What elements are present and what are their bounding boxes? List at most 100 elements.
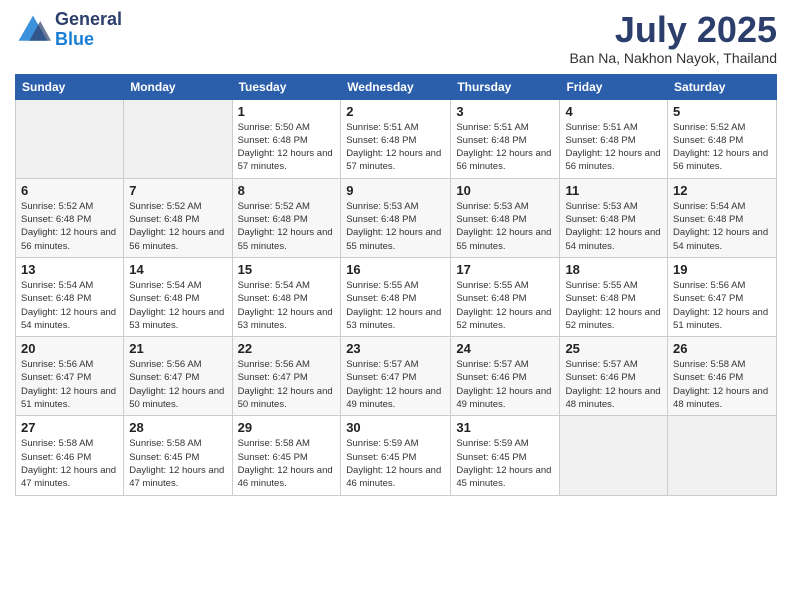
logo: General Blue: [15, 10, 122, 50]
day-detail: Sunrise: 5:56 AM Sunset: 6:47 PM Dayligh…: [129, 358, 226, 411]
day-number: 23: [346, 341, 445, 356]
calendar-cell: 10 Sunrise: 5:53 AM Sunset: 6:48 PM Dayli…: [451, 178, 560, 257]
calendar-cell: 23 Sunrise: 5:57 AM Sunset: 6:47 PM Dayli…: [341, 337, 451, 416]
day-detail: Sunrise: 5:54 AM Sunset: 6:48 PM Dayligh…: [673, 200, 771, 253]
calendar-week-row: 1 Sunrise: 5:50 AM Sunset: 6:48 PM Daylig…: [16, 99, 777, 178]
day-detail: Sunrise: 5:51 AM Sunset: 6:48 PM Dayligh…: [346, 121, 445, 174]
day-detail: Sunrise: 5:54 AM Sunset: 6:48 PM Dayligh…: [21, 279, 118, 332]
day-number: 31: [456, 420, 554, 435]
month-title: July 2025: [569, 10, 777, 50]
day-detail: Sunrise: 5:50 AM Sunset: 6:48 PM Dayligh…: [238, 121, 336, 174]
day-detail: Sunrise: 5:56 AM Sunset: 6:47 PM Dayligh…: [673, 279, 771, 332]
day-detail: Sunrise: 5:53 AM Sunset: 6:48 PM Dayligh…: [456, 200, 554, 253]
calendar-cell: 18 Sunrise: 5:55 AM Sunset: 6:48 PM Dayli…: [560, 257, 668, 336]
day-number: 16: [346, 262, 445, 277]
calendar-cell: 3 Sunrise: 5:51 AM Sunset: 6:48 PM Daylig…: [451, 99, 560, 178]
day-number: 25: [565, 341, 662, 356]
day-number: 4: [565, 104, 662, 119]
weekday-header: Thursday: [451, 74, 560, 99]
calendar-cell: 31 Sunrise: 5:59 AM Sunset: 6:45 PM Dayli…: [451, 416, 560, 495]
day-detail: Sunrise: 5:58 AM Sunset: 6:46 PM Dayligh…: [673, 358, 771, 411]
calendar-cell: 30 Sunrise: 5:59 AM Sunset: 6:45 PM Dayli…: [341, 416, 451, 495]
weekday-header-row: SundayMondayTuesdayWednesdayThursdayFrid…: [16, 74, 777, 99]
weekday-header: Saturday: [668, 74, 777, 99]
calendar-cell: 27Sunrise: 5:58 AM Sunset: 6:46 PM Dayli…: [16, 416, 124, 495]
day-number: 20: [21, 341, 118, 356]
calendar-week-row: 13Sunrise: 5:54 AM Sunset: 6:48 PM Dayli…: [16, 257, 777, 336]
day-detail: Sunrise: 5:59 AM Sunset: 6:45 PM Dayligh…: [456, 437, 554, 490]
day-number: 24: [456, 341, 554, 356]
day-number: 17: [456, 262, 554, 277]
day-number: 6: [21, 183, 118, 198]
weekday-header: Monday: [124, 74, 232, 99]
calendar-cell: 17 Sunrise: 5:55 AM Sunset: 6:48 PM Dayli…: [451, 257, 560, 336]
day-detail: Sunrise: 5:54 AM Sunset: 6:48 PM Dayligh…: [129, 279, 226, 332]
day-detail: Sunrise: 5:57 AM Sunset: 6:47 PM Dayligh…: [346, 358, 445, 411]
calendar-cell: 9Sunrise: 5:53 AM Sunset: 6:48 PM Daylig…: [341, 178, 451, 257]
calendar-cell: [16, 99, 124, 178]
logo-icon: [15, 12, 51, 48]
day-number: 15: [238, 262, 336, 277]
day-detail: Sunrise: 5:56 AM Sunset: 6:47 PM Dayligh…: [238, 358, 336, 411]
day-detail: Sunrise: 5:52 AM Sunset: 6:48 PM Dayligh…: [238, 200, 336, 253]
day-number: 18: [565, 262, 662, 277]
day-detail: Sunrise: 5:52 AM Sunset: 6:48 PM Dayligh…: [129, 200, 226, 253]
calendar-cell: [560, 416, 668, 495]
day-detail: Sunrise: 5:58 AM Sunset: 6:46 PM Dayligh…: [21, 437, 118, 490]
calendar-cell: 5Sunrise: 5:52 AM Sunset: 6:48 PM Daylig…: [668, 99, 777, 178]
calendar-cell: 16 Sunrise: 5:55 AM Sunset: 6:48 PM Dayli…: [341, 257, 451, 336]
logo-text: General Blue: [55, 10, 122, 50]
day-detail: Sunrise: 5:51 AM Sunset: 6:48 PM Dayligh…: [565, 121, 662, 174]
weekday-header: Sunday: [16, 74, 124, 99]
calendar-cell: 20 Sunrise: 5:56 AM Sunset: 6:47 PM Dayli…: [16, 337, 124, 416]
day-number: 21: [129, 341, 226, 356]
day-number: 8: [238, 183, 336, 198]
calendar-cell: 19 Sunrise: 5:56 AM Sunset: 6:47 PM Dayli…: [668, 257, 777, 336]
day-detail: Sunrise: 5:55 AM Sunset: 6:48 PM Dayligh…: [456, 279, 554, 332]
calendar-cell: 21 Sunrise: 5:56 AM Sunset: 6:47 PM Dayli…: [124, 337, 232, 416]
day-detail: Sunrise: 5:52 AM Sunset: 6:48 PM Dayligh…: [21, 200, 118, 253]
calendar-cell: 14 Sunrise: 5:54 AM Sunset: 6:48 PM Dayli…: [124, 257, 232, 336]
day-number: 5: [673, 104, 771, 119]
day-detail: Sunrise: 5:57 AM Sunset: 6:46 PM Dayligh…: [456, 358, 554, 411]
day-number: 3: [456, 104, 554, 119]
calendar-cell: 4 Sunrise: 5:51 AM Sunset: 6:48 PM Daylig…: [560, 99, 668, 178]
calendar-cell: 2Sunrise: 5:51 AM Sunset: 6:48 PM Daylig…: [341, 99, 451, 178]
page-header: General Blue July 2025 Ban Na, Nakhon Na…: [15, 10, 777, 66]
day-number: 9: [346, 183, 445, 198]
day-detail: Sunrise: 5:55 AM Sunset: 6:48 PM Dayligh…: [565, 279, 662, 332]
day-number: 28: [129, 420, 226, 435]
day-number: 30: [346, 420, 445, 435]
calendar-cell: 13Sunrise: 5:54 AM Sunset: 6:48 PM Dayli…: [16, 257, 124, 336]
day-detail: Sunrise: 5:54 AM Sunset: 6:48 PM Dayligh…: [238, 279, 336, 332]
calendar-cell: 26 Sunrise: 5:58 AM Sunset: 6:46 PM Dayli…: [668, 337, 777, 416]
calendar-cell: 7Sunrise: 5:52 AM Sunset: 6:48 PM Daylig…: [124, 178, 232, 257]
day-number: 26: [673, 341, 771, 356]
day-detail: Sunrise: 5:59 AM Sunset: 6:45 PM Dayligh…: [346, 437, 445, 490]
calendar-cell: 22 Sunrise: 5:56 AM Sunset: 6:47 PM Dayli…: [232, 337, 341, 416]
day-detail: Sunrise: 5:51 AM Sunset: 6:48 PM Dayligh…: [456, 121, 554, 174]
calendar-cell: [124, 99, 232, 178]
day-number: 1: [238, 104, 336, 119]
calendar-week-row: 27Sunrise: 5:58 AM Sunset: 6:46 PM Dayli…: [16, 416, 777, 495]
day-number: 10: [456, 183, 554, 198]
calendar-week-row: 20 Sunrise: 5:56 AM Sunset: 6:47 PM Dayli…: [16, 337, 777, 416]
day-detail: Sunrise: 5:58 AM Sunset: 6:45 PM Dayligh…: [238, 437, 336, 490]
calendar-cell: 24 Sunrise: 5:57 AM Sunset: 6:46 PM Dayli…: [451, 337, 560, 416]
day-detail: Sunrise: 5:56 AM Sunset: 6:47 PM Dayligh…: [21, 358, 118, 411]
day-detail: Sunrise: 5:55 AM Sunset: 6:48 PM Dayligh…: [346, 279, 445, 332]
day-number: 29: [238, 420, 336, 435]
calendar-cell: 25Sunrise: 5:57 AM Sunset: 6:46 PM Dayli…: [560, 337, 668, 416]
calendar-cell: 6 Sunrise: 5:52 AM Sunset: 6:48 PM Daylig…: [16, 178, 124, 257]
day-number: 11: [565, 183, 662, 198]
calendar-cell: 29 Sunrise: 5:58 AM Sunset: 6:45 PM Dayli…: [232, 416, 341, 495]
weekday-header: Wednesday: [341, 74, 451, 99]
title-section: July 2025 Ban Na, Nakhon Nayok, Thailand: [569, 10, 777, 66]
day-number: 22: [238, 341, 336, 356]
day-number: 14: [129, 262, 226, 277]
weekday-header: Tuesday: [232, 74, 341, 99]
calendar-cell: 28Sunrise: 5:58 AM Sunset: 6:45 PM Dayli…: [124, 416, 232, 495]
day-number: 19: [673, 262, 771, 277]
calendar-cell: 1 Sunrise: 5:50 AM Sunset: 6:48 PM Daylig…: [232, 99, 341, 178]
calendar-cell: [668, 416, 777, 495]
